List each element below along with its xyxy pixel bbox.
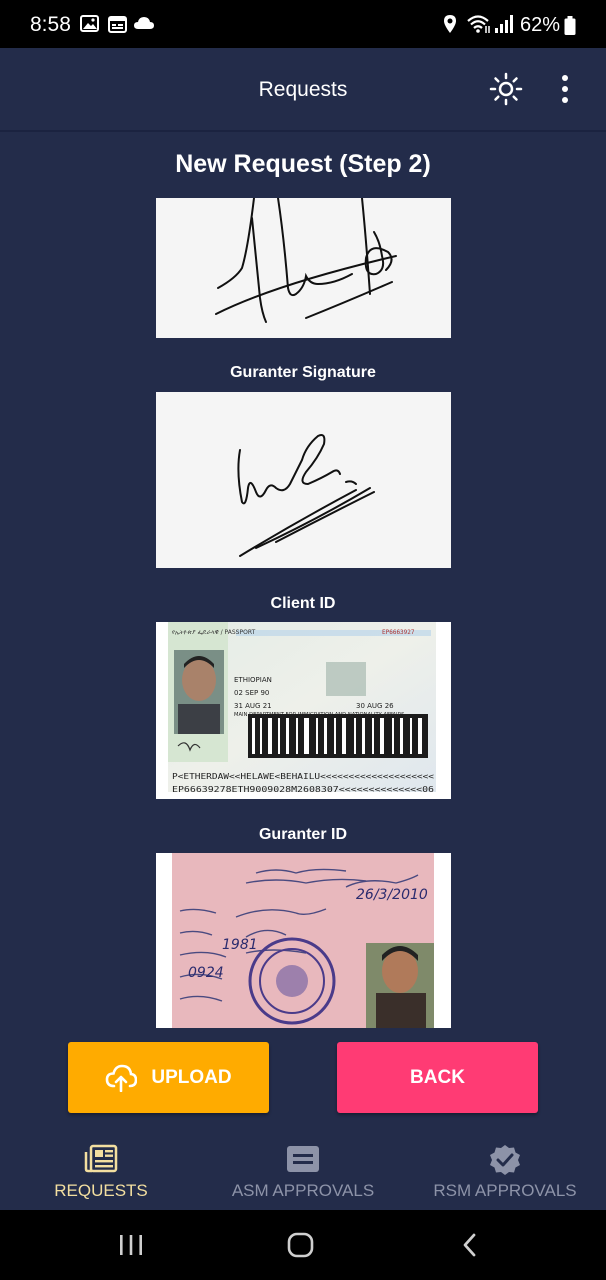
back-nav-icon[interactable] bbox=[460, 1232, 480, 1258]
passport-authority: MAIN DEPARTMENT FOR IMMIGRATION AND NATI… bbox=[234, 712, 404, 718]
back-button-label: BACK bbox=[410, 1066, 465, 1088]
guranter-signature-image bbox=[156, 392, 451, 568]
passport-number: EP6663927 bbox=[382, 629, 415, 636]
home-icon[interactable] bbox=[287, 1232, 315, 1258]
verified-badge-icon bbox=[490, 1145, 520, 1175]
location-icon bbox=[442, 14, 458, 39]
passport-header: የኢትዮጵያ ፌዴራላዊ / PASSPORT bbox=[172, 629, 256, 636]
passport-mrz-line-2: EP66639278ETH9009028M2608307<<<<<<<<<<<<… bbox=[172, 785, 434, 794]
svg-text:26/3/2010: 26/3/2010 bbox=[356, 887, 428, 903]
bottom-navigation: REQUESTS ASM APPROVALS RSM APPROVALS bbox=[0, 1130, 606, 1210]
upload-button[interactable]: UPLOAD bbox=[68, 1042, 269, 1113]
passport-expiry-date: 30 AUG 26 bbox=[356, 702, 394, 710]
app-bar: Requests bbox=[0, 48, 606, 132]
nav-asm-approvals[interactable]: ASM APPROVALS bbox=[202, 1130, 404, 1210]
request-step2-content: New Request (Step 2) Guranter Signature bbox=[0, 132, 606, 1028]
message-card-icon bbox=[287, 1146, 319, 1172]
svg-text:0924: 0924 bbox=[188, 965, 224, 981]
guranter-signature-label: Guranter Signature bbox=[230, 364, 376, 381]
guranter-id-image: 1981 0924 26/3/2010 bbox=[156, 853, 451, 1028]
client-id-image: የኢትዮጵያ ፌዴራላዊ / PASSPORT EP6663927 ETHIOP… bbox=[156, 622, 451, 799]
passport-mrz-line-1: P<ETHERDAW<<HELAWE<BEHAILU<<<<<<<<<<<<<<… bbox=[172, 772, 434, 781]
signal-icon bbox=[494, 14, 514, 39]
calendar-icon bbox=[108, 14, 128, 39]
passport-nationality: ETHIOPIAN bbox=[234, 676, 272, 684]
status-time: 8:58 bbox=[30, 13, 71, 36]
client-id-label: Client ID bbox=[270, 595, 336, 612]
recent-apps-icon[interactable] bbox=[118, 1234, 144, 1256]
upload-button-label: UPLOAD bbox=[151, 1066, 232, 1088]
nav-rsm-approvals[interactable]: RSM APPROVALS bbox=[404, 1130, 606, 1210]
nav-asm-approvals-label: ASM APPROVALS bbox=[231, 1181, 375, 1200]
system-navigation-bar bbox=[0, 1210, 606, 1280]
passport-birth-date: 02 SEP 90 bbox=[234, 689, 269, 697]
cloud-upload-icon bbox=[106, 1064, 138, 1092]
sun-icon[interactable] bbox=[489, 72, 523, 111]
passport-issue-date: 31 AUG 21 bbox=[234, 702, 272, 710]
wifi-icon bbox=[466, 14, 492, 39]
gallery-icon bbox=[80, 14, 100, 39]
back-button[interactable]: BACK bbox=[337, 1042, 538, 1113]
page-title: New Request (Step 2) bbox=[175, 150, 431, 178]
svg-text:1981: 1981 bbox=[222, 937, 258, 953]
battery-icon bbox=[564, 16, 576, 41]
nav-requests[interactable]: REQUESTS bbox=[0, 1130, 202, 1210]
status-bar: 8:58 62% bbox=[0, 0, 606, 48]
guranter-id-label: Guranter ID bbox=[258, 826, 347, 843]
nav-requests-label: REQUESTS bbox=[54, 1181, 148, 1200]
cloud-icon bbox=[133, 14, 155, 39]
client-signature-image bbox=[156, 198, 451, 338]
nav-rsm-approvals-label: RSM APPROVALS bbox=[433, 1181, 577, 1200]
newspaper-icon bbox=[84, 1144, 118, 1173]
battery-percent: 62% bbox=[520, 14, 561, 36]
more-vertical-icon[interactable] bbox=[553, 74, 577, 109]
